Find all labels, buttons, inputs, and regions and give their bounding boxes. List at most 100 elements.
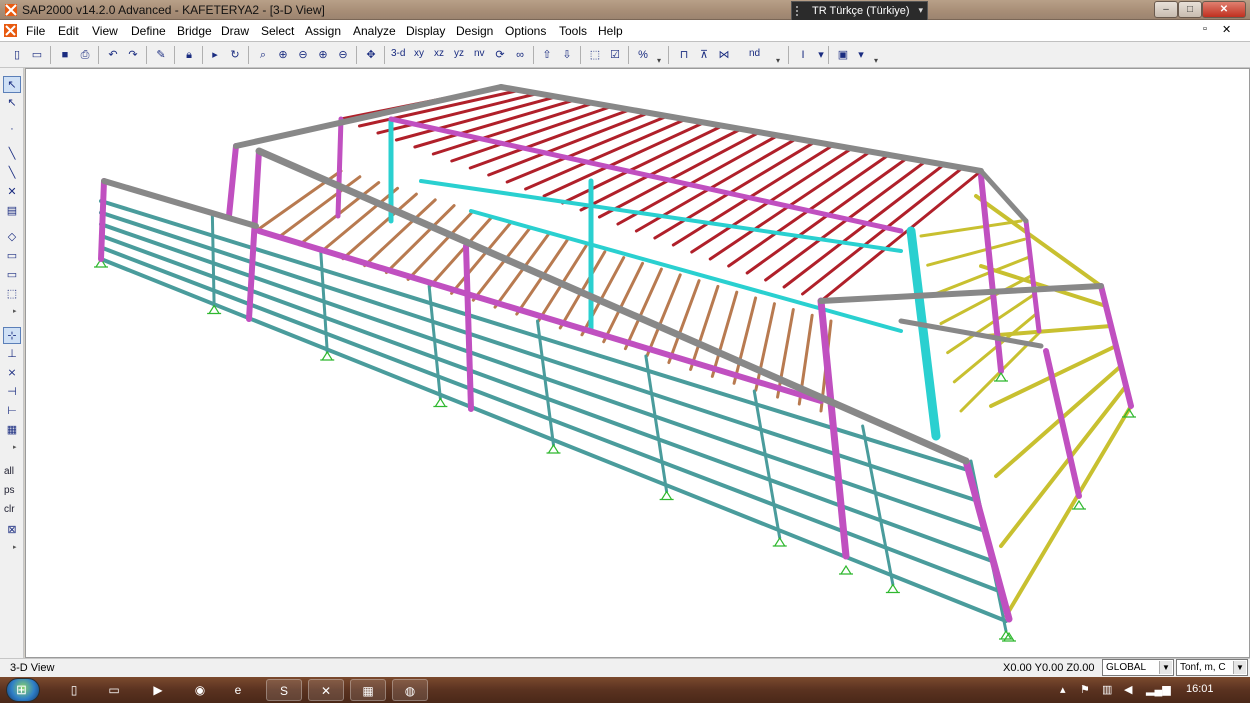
zoom-in-icon[interactable]: ⊕: [274, 46, 292, 64]
menu-define[interactable]: Define: [131, 24, 166, 38]
snap-grid-icon[interactable]: ▦: [3, 422, 21, 439]
snap-icon[interactable]: ☑: [606, 46, 624, 64]
close-button[interactable]: ✕: [1202, 1, 1246, 18]
roof-purlin[interactable]: [819, 169, 983, 303]
undo-icon[interactable]: ↶: [104, 46, 122, 64]
view-xy-button[interactable]: xy: [414, 48, 424, 59]
menu-analyze[interactable]: Analyze: [353, 24, 396, 38]
chevron-down-icon[interactable]: ▼: [1159, 661, 1172, 674]
clear-select-button[interactable]: clr: [4, 504, 15, 515]
main-column[interactable]: [335, 116, 344, 219]
select-all-button[interactable]: all: [4, 466, 14, 477]
grid-icon[interactable]: ▤: [3, 203, 21, 220]
units-select[interactable]: Tonf, m, C ▼: [1176, 659, 1248, 676]
snap-perp-icon[interactable]: ⊣: [3, 384, 21, 401]
speaker-icon[interactable]: ◀: [1124, 683, 1132, 696]
menu-edit[interactable]: Edit: [58, 24, 79, 38]
end-girt[interactable]: [994, 364, 1123, 478]
deselect-icon[interactable]: ⊠: [3, 522, 21, 539]
roof-purlin[interactable]: [357, 88, 521, 128]
ie-icon[interactable]: e: [220, 679, 256, 701]
area-icon[interactable]: ◇: [3, 229, 21, 246]
menu-select[interactable]: Select: [261, 24, 294, 38]
solid-icon[interactable]: ⬚: [3, 286, 21, 303]
view-nd-button[interactable]: nd: [749, 48, 760, 59]
line-icon[interactable]: ╲: [3, 146, 21, 163]
sap2000-icon[interactable]: ✕: [308, 679, 344, 701]
chevron-down-icon[interactable]: ▾: [918, 5, 923, 16]
snap-end-icon[interactable]: ⊥: [3, 346, 21, 363]
up-arrow-icon[interactable]: ⇧: [538, 46, 556, 64]
end-girt[interactable]: [974, 194, 1103, 288]
roof-purlin[interactable]: [801, 166, 965, 296]
open-folder-icon[interactable]: ▭: [28, 46, 46, 64]
toolbar-overflow-icon[interactable]: ▸: [13, 307, 17, 315]
snap-intersect-icon[interactable]: ⨯: [3, 365, 21, 382]
menu-assign[interactable]: Assign: [305, 24, 341, 38]
game-icon[interactable]: ◍: [392, 679, 428, 701]
menu-view[interactable]: View: [92, 24, 118, 38]
pointer-icon[interactable]: ↖: [3, 76, 21, 93]
reshape-icon[interactable]: ↖: [3, 95, 21, 112]
file-icon[interactable]: ▯: [56, 679, 92, 701]
excel-icon[interactable]: ▦: [350, 679, 386, 701]
rotate-icon[interactable]: ↻: [226, 46, 244, 64]
wall-girt[interactable]: [99, 222, 987, 533]
point-icon[interactable]: ·: [3, 121, 21, 138]
menu-options[interactable]: Options: [505, 24, 546, 38]
new-file-icon[interactable]: ▯: [8, 46, 26, 64]
rafter[interactable]: [255, 147, 970, 465]
wall-column[interactable]: [752, 389, 782, 540]
view-nv-button[interactable]: nv: [474, 48, 485, 59]
save-icon[interactable]: ■: [56, 46, 74, 64]
view-xz-button[interactable]: xz: [434, 48, 444, 59]
run-icon[interactable]: ▸: [206, 46, 224, 64]
chevron-down-icon[interactable]: ▾: [852, 46, 870, 64]
refresh-icon[interactable]: ⟳: [491, 46, 509, 64]
wall-column[interactable]: [210, 214, 216, 307]
minimize-button[interactable]: –: [1154, 1, 1178, 18]
rafter[interactable]: [818, 283, 1104, 304]
device-icon[interactable]: ▥: [1102, 683, 1112, 696]
snap-point-icon[interactable]: ⊹: [3, 327, 21, 344]
column-internal[interactable]: [906, 226, 941, 441]
chrome-icon[interactable]: ◉: [182, 679, 218, 701]
mdi-close-button[interactable]: ✕: [1222, 23, 1231, 36]
mdi-restore-button[interactable]: ▫: [1203, 23, 1207, 35]
main-column[interactable]: [1098, 283, 1134, 409]
zoom-previous-icon[interactable]: ⊖: [334, 46, 352, 64]
coordinate-system-select[interactable]: GLOBAL ▼: [1102, 659, 1174, 676]
show-hidden-icons[interactable]: ▴: [1060, 683, 1066, 696]
network-icon[interactable]: ▂▄▆: [1146, 683, 1171, 696]
color-box-icon[interactable]: ▣: [834, 46, 852, 64]
section-i-icon[interactable]: I: [794, 46, 812, 64]
previous-select-button[interactable]: ps: [4, 485, 15, 496]
pencil-icon[interactable]: ✎: [152, 46, 170, 64]
print-icon[interactable]: ⎙: [76, 46, 94, 64]
end-girt[interactable]: [926, 237, 1026, 267]
frame-section-icon[interactable]: ⊓: [675, 46, 693, 64]
menu-file[interactable]: File: [26, 24, 45, 38]
menu-draw[interactable]: Draw: [221, 24, 249, 38]
main-column[interactable]: [817, 297, 850, 560]
pan-icon[interactable]: ✥: [362, 46, 380, 64]
start-button[interactable]: ⊞: [6, 678, 40, 702]
toolbar-overflow-icon[interactable]: ▾: [776, 56, 784, 66]
skype-icon[interactable]: S: [266, 679, 302, 701]
chevron-down-icon[interactable]: ▼: [1233, 661, 1246, 674]
brace-icon[interactable]: ⊼: [695, 46, 713, 64]
menu-help[interactable]: Help: [598, 24, 623, 38]
media-player-icon[interactable]: ▶: [140, 679, 176, 701]
cross-icon[interactable]: ✕: [3, 184, 21, 201]
zoom-out-icon[interactable]: ⊖: [294, 46, 312, 64]
menu-tools[interactable]: Tools: [559, 24, 587, 38]
view-3d-button[interactable]: 3-d: [391, 48, 405, 59]
perspective-icon[interactable]: ∞: [511, 46, 529, 64]
toolbar-overflow-icon[interactable]: ▾: [874, 56, 882, 66]
redo-icon[interactable]: ↷: [124, 46, 142, 64]
wall-girt[interactable]: [99, 210, 980, 503]
menu-display[interactable]: Display: [406, 24, 445, 38]
zoom-window-icon[interactable]: ⌕: [254, 46, 272, 64]
rafter[interactable]: [233, 84, 504, 149]
toolbar-overflow-icon[interactable]: ▾: [657, 56, 665, 66]
